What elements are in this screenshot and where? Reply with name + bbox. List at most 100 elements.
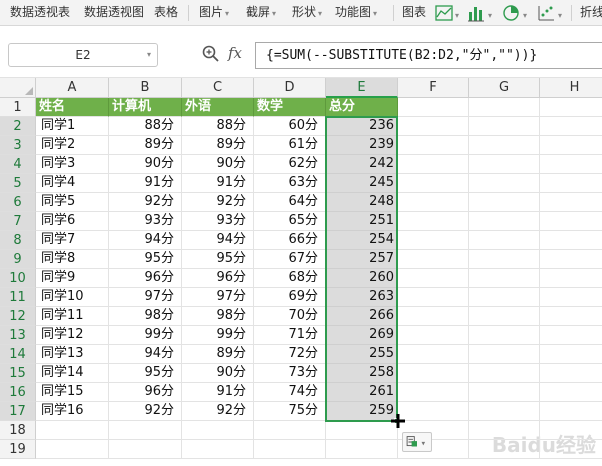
table-cell[interactable]: 98分 [182, 307, 254, 326]
area-chart-icon[interactable]: ▾ [434, 3, 462, 23]
empty-cell[interactable] [398, 193, 469, 212]
total-score-cell[interactable]: 245 [326, 174, 398, 193]
table-cell[interactable]: 98分 [109, 307, 182, 326]
table-cell[interactable]: 89分 [109, 136, 182, 155]
empty-cell[interactable] [398, 250, 469, 269]
row-header-2[interactable]: 2 [0, 117, 36, 136]
row-header-18[interactable]: 18 [0, 421, 36, 440]
table-header-cell[interactable]: 计算机 [109, 98, 182, 117]
table-cell[interactable]: 63分 [254, 174, 326, 193]
table-cell[interactable]: 95分 [109, 364, 182, 383]
row-header-11[interactable]: 11 [0, 288, 36, 307]
column-header-f[interactable]: F [398, 78, 469, 98]
table-cell[interactable]: 91分 [182, 174, 254, 193]
empty-cell[interactable] [540, 288, 602, 307]
empty-cell[interactable] [469, 155, 540, 174]
empty-cell[interactable] [469, 364, 540, 383]
row-header-5[interactable]: 5 [0, 174, 36, 193]
row-header-17[interactable]: 17 [0, 402, 36, 421]
table-cell[interactable]: 94分 [109, 231, 182, 250]
chart-button[interactable]: 图表 [402, 0, 426, 26]
table-cell[interactable]: 62分 [254, 155, 326, 174]
empty-cell[interactable] [398, 345, 469, 364]
table-cell[interactable]: 同学14 [36, 364, 109, 383]
table-cell[interactable]: 67分 [254, 250, 326, 269]
table-cell[interactable]: 92分 [182, 193, 254, 212]
empty-cell[interactable] [398, 364, 469, 383]
empty-cell[interactable] [36, 421, 109, 440]
total-score-cell[interactable]: 248 [326, 193, 398, 212]
empty-cell[interactable] [326, 440, 398, 459]
table-cell[interactable]: 90分 [109, 155, 182, 174]
empty-cell[interactable] [469, 402, 540, 421]
total-score-cell[interactable]: 261 [326, 383, 398, 402]
empty-cell[interactable] [469, 212, 540, 231]
screenshot-button[interactable]: 截屏 ▾ [246, 0, 276, 26]
table-header-cell[interactable]: 数学 [254, 98, 326, 117]
empty-cell[interactable] [469, 326, 540, 345]
empty-cell[interactable] [540, 326, 602, 345]
empty-cell[interactable] [540, 250, 602, 269]
function-chart-button[interactable]: 功能图 ▾ [335, 0, 377, 26]
table-cell[interactable]: 92分 [182, 402, 254, 421]
empty-cell[interactable] [469, 250, 540, 269]
empty-cell[interactable] [469, 269, 540, 288]
table-button[interactable]: 表格 [154, 0, 178, 26]
scatter-chart-icon[interactable]: ▾ [536, 3, 566, 23]
empty-cell[interactable] [398, 326, 469, 345]
column-header-b[interactable]: B [109, 78, 182, 98]
table-cell[interactable]: 66分 [254, 231, 326, 250]
empty-cell[interactable] [469, 383, 540, 402]
empty-cell[interactable] [398, 174, 469, 193]
table-cell[interactable]: 89分 [182, 136, 254, 155]
table-cell[interactable]: 71分 [254, 326, 326, 345]
table-cell[interactable]: 同学10 [36, 288, 109, 307]
total-score-cell[interactable]: 260 [326, 269, 398, 288]
table-cell[interactable]: 同学9 [36, 269, 109, 288]
table-cell[interactable]: 65分 [254, 212, 326, 231]
autofill-options-icon[interactable]: ▾ [402, 432, 432, 452]
formula-input[interactable]: {=SUM(--SUBSTITUTE(B2:D2,"分",""))} [255, 42, 602, 69]
table-cell[interactable]: 75分 [254, 402, 326, 421]
select-all-corner[interactable] [0, 78, 36, 98]
table-cell[interactable]: 99分 [109, 326, 182, 345]
empty-cell[interactable] [469, 345, 540, 364]
table-cell[interactable]: 同学4 [36, 174, 109, 193]
total-score-cell[interactable]: 259 [326, 402, 398, 421]
empty-cell[interactable] [540, 402, 602, 421]
table-header-cell[interactable]: 姓名 [36, 98, 109, 117]
total-score-cell[interactable]: 266 [326, 307, 398, 326]
column-header-g[interactable]: G [469, 78, 540, 98]
table-cell[interactable]: 94分 [109, 345, 182, 364]
row-header-1[interactable]: 1 [0, 98, 36, 117]
table-cell[interactable]: 92分 [109, 193, 182, 212]
empty-cell[interactable] [398, 383, 469, 402]
table-cell[interactable]: 同学7 [36, 231, 109, 250]
table-cell[interactable]: 88分 [109, 117, 182, 136]
chevron-down-icon[interactable]: ▾ [147, 44, 151, 66]
total-score-cell[interactable]: 263 [326, 288, 398, 307]
pie-chart-icon[interactable]: ▾ [501, 3, 531, 23]
pivot-chart-button[interactable]: 数据透视图 [84, 0, 144, 26]
empty-cell[interactable] [109, 421, 182, 440]
table-cell[interactable]: 95分 [182, 250, 254, 269]
empty-cell[interactable] [398, 231, 469, 250]
empty-cell[interactable] [540, 345, 602, 364]
empty-cell[interactable] [398, 117, 469, 136]
table-cell[interactable]: 同学15 [36, 383, 109, 402]
shapes-button[interactable]: 形状 ▾ [292, 0, 322, 26]
empty-cell[interactable] [469, 193, 540, 212]
total-score-cell[interactable]: 236 [326, 117, 398, 136]
table-cell[interactable]: 61分 [254, 136, 326, 155]
empty-cell[interactable] [540, 136, 602, 155]
total-score-cell[interactable]: 251 [326, 212, 398, 231]
empty-cell[interactable] [36, 440, 109, 459]
total-score-cell[interactable]: 258 [326, 364, 398, 383]
column-header-a[interactable]: A [36, 78, 109, 98]
table-cell[interactable]: 同学6 [36, 212, 109, 231]
row-header-7[interactable]: 7 [0, 212, 36, 231]
empty-cell[interactable] [469, 231, 540, 250]
table-cell[interactable]: 97分 [182, 288, 254, 307]
empty-cell[interactable] [469, 117, 540, 136]
column-header-h[interactable]: H [540, 78, 602, 98]
